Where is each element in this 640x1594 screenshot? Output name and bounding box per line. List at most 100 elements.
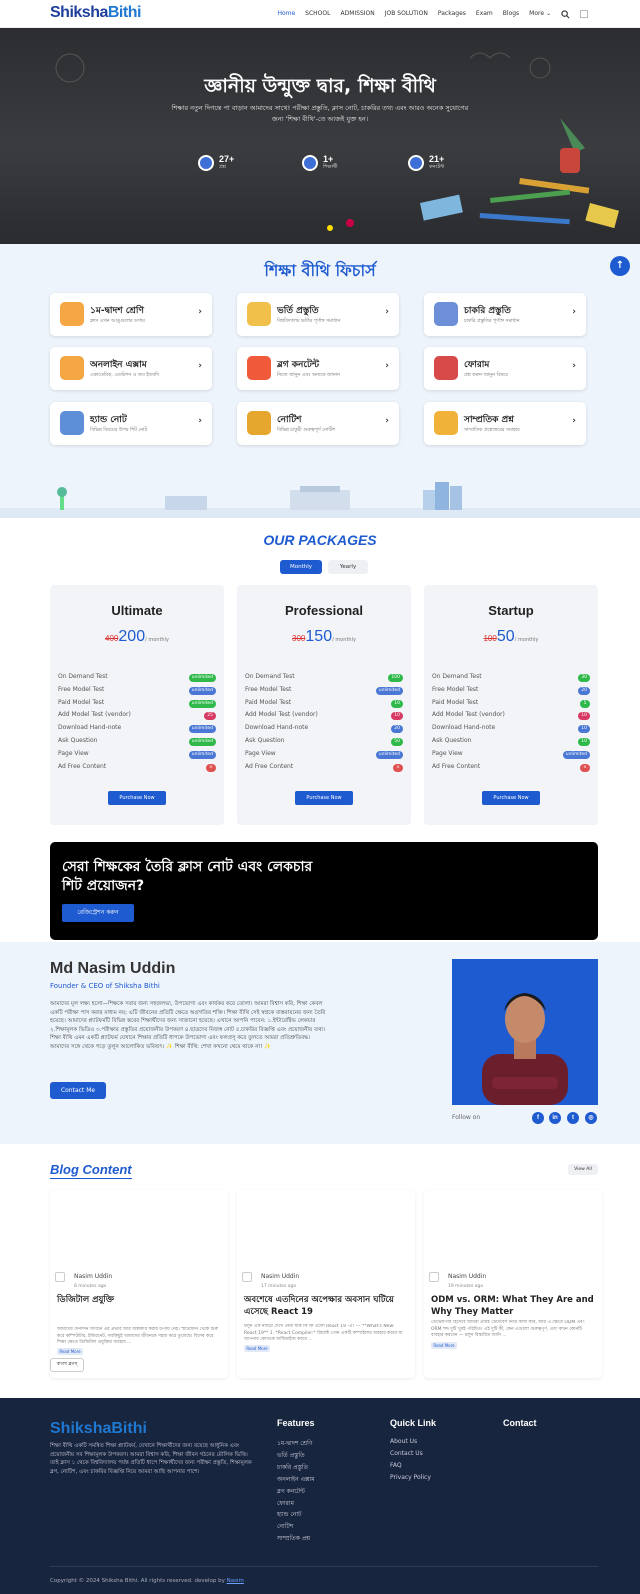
feature-card-4[interactable]: ব্লগ কনটেন্ট নিজে জানুন এবং অন্যকে জানান › [237,347,399,390]
chalkboard-illustration [55,52,619,231]
register-button[interactable]: রেজিস্ট্রেশন করুন [62,904,134,922]
package-feature-row: Paid Model Test 10 [245,699,403,709]
founder-bio: আমাদের মূল লক্ষ্য হলো—শিক্ষকে সবার জন্য … [50,1001,326,1050]
feature-title: ব্লগ কনটেন্ট [277,360,320,370]
avatar[interactable] [580,10,588,18]
footer-feature-link[interactable]: হ্যান্ড নোট [277,1509,301,1520]
founder-name: Md Nasim Uddin [50,960,176,977]
blog-card-1[interactable]: Nasim Uddin 17 minutes ago অবশেষে এতদিনের … [237,1190,415,1378]
post-time: 17 minutes ago [261,1284,297,1289]
feature-card-2[interactable]: চাকরি প্রস্তুতি চাকরি প্রস্তুতির পূর্ণাঙ্… [424,293,586,336]
feature-card-7[interactable]: নোটিশ বিভিন্ন চাকুরী গুরুত্বপূর্ণ নোটিশ › [237,402,399,445]
feature-label: Add Model Test (vendor) [432,711,505,719]
footer-feature-link[interactable]: ফোরাম [277,1498,294,1509]
read-more-button[interactable]: Read More [244,1345,270,1352]
new-price: 150 [305,628,333,645]
author-avatar [242,1272,252,1282]
footer-feature-link[interactable]: অনলাইন এক্সাম [277,1474,315,1485]
chevron-right-icon: › [572,416,576,426]
package-price: 10050/ monthly [424,628,598,646]
post-title[interactable]: ডিজিটাল প্রযুক্তি [57,1294,221,1306]
feature-label: Ad Free Content [432,762,481,770]
chevron-right-icon: › [198,416,202,426]
package-feature-row: Ask Question 10 [432,737,590,747]
view-all-button[interactable]: View All [568,1164,598,1175]
facebook-icon[interactable]: f [532,1112,544,1124]
post-title[interactable]: ODM vs. ORM: What They Are and Why They … [431,1294,595,1318]
chevron-right-icon: › [198,361,202,371]
feature-icon [60,302,84,326]
package-feature-row: Download Hand-note 20 [245,724,403,734]
nav-home[interactable]: Home [277,10,295,21]
footer-feature-link[interactable]: নোটিশ [277,1521,293,1532]
post-title[interactable]: অবশেষে এতদিনের অপেক্ষার অবসান ঘটিয়ে এসে… [244,1294,408,1318]
feature-subtitle: নিজে জানুন এবং অন্যকে জানান [277,373,340,378]
read-more-button[interactable]: Read More [57,1348,83,1355]
scroll-to-top-button[interactable]: ↑ [610,256,630,276]
twitter-icon[interactable]: t [567,1112,579,1124]
feature-label: Add Model Test (vendor) [245,711,318,719]
nav-packages[interactable]: Packages [438,10,466,21]
purchase-now-button[interactable]: Purchase Now [482,791,540,805]
footer-feature-link[interactable]: সাম্প্রতিক প্রশ্ন [277,1533,310,1544]
feature-card-0[interactable]: ১ম-দ্বাদশ শ্রেণি ক্লাস এখন আঙ্গুলের ডগায়… [50,293,212,336]
nav-admission[interactable]: ADMISSION [340,10,374,21]
footer-quick-link[interactable]: Contact Us [390,1450,423,1457]
author-name: Nasim Uddin [261,1273,300,1280]
footer-feature-link[interactable]: ভর্তি প্রস্তুতি [277,1450,305,1461]
feature-title: চাকরি প্রস্তুতি [464,306,511,316]
feature-card-3[interactable]: অনলাইন এক্সাম একাডেমিক, এডমিশন ও জব ইত্যা… [50,347,212,390]
contact-me-button[interactable]: Contact Me [50,1082,106,1099]
arrow-up-icon: ↑ [615,260,625,271]
footer-quick-link[interactable]: FAQ [390,1462,402,1469]
developer-link[interactable]: Nasim [227,1578,244,1584]
footer-feature-link[interactable]: ১ম-দ্বাদশ শ্রেণি [277,1438,312,1449]
package-feature-row: Ask Question 50 [245,737,403,747]
category-tag[interactable]: বাংলা ব্লগস্ [50,1358,84,1372]
footer-logo[interactable]: ShikshaBithi [50,1420,147,1438]
old-price: 400 [105,634,119,643]
read-more-button[interactable]: Read More [431,1342,457,1349]
feature-badge: unlimited [375,750,403,759]
feature-label: Page View [245,749,276,757]
feature-card-8[interactable]: সাম্প্রতিক প্রশ্ন সাম্প্রতিক প্রশ্নোত্তরে… [424,402,586,445]
search-icon[interactable] [561,10,570,21]
feature-card-6[interactable]: হ্যান্ড নোট বিভিন্ন বিষয়ের উপর শিট নোট › [50,402,212,445]
toggle-monthly[interactable]: Monthly [280,560,322,574]
nav-school[interactable]: SCHOOL [305,10,330,21]
feature-card-5[interactable]: ফোরাম প্রশ্ন করুন জানুন বিষয়ে › [424,347,586,390]
nav-job-solution[interactable]: JOB SOLUTION [385,10,428,21]
logo[interactable]: ShikshaBithi [50,4,141,22]
feature-subtitle: বিভিন্ন বিষয়ের উপর শিট নোট [90,428,148,433]
nav-exam[interactable]: Exam [476,10,493,21]
purchase-now-button[interactable]: Purchase Now [295,791,353,805]
packages-title: OUR PACKAGES [263,532,377,548]
old-price: 300 [292,634,306,643]
chevron-right-icon: › [198,307,202,317]
footer-quick-link[interactable]: About Us [390,1438,417,1445]
feature-icon [60,411,84,435]
feature-card-1[interactable]: ভর্তি প্রস্তুতি বিশ্ববিদ্যালয় ভর্তির পূর… [237,293,399,336]
package-price: 300150/ monthly [237,628,411,646]
blog-card-0[interactable]: Nasim Uddin 8 minutes ago ডিজিটাল প্রযুক্ত… [50,1190,228,1378]
purchase-now-button[interactable]: Purchase Now [108,791,166,805]
feature-badge: unlimited [188,686,216,695]
nav-more[interactable]: More ⌄ [529,10,551,21]
linkedin-icon[interactable]: in [549,1112,561,1124]
nav-blogs[interactable]: Blogs [503,10,519,21]
stat-content: 21+ কনটেন্ট [408,154,444,172]
footer-feature-link[interactable]: চাকরি প্রস্তুতি [277,1462,308,1473]
feature-icon [60,356,84,380]
old-price: 100 [483,634,497,643]
footer-quick-link[interactable]: Privacy Policy [390,1474,431,1481]
package-feature-row: Page View unlimited [245,750,403,760]
founder-photo [452,959,598,1105]
feature-label: Add Model Test (vendor) [58,711,131,719]
footer-feature-link[interactable]: ব্লগ কনটেন্ট [277,1486,305,1497]
blog-card-2[interactable]: Nasim Uddin 19 minutes ago ODM vs. ORM: Wh… [424,1190,602,1378]
package-feature-row: Add Model Test (vendor) 10 [432,711,590,721]
price-period: / monthly [514,637,539,643]
toggle-yearly[interactable]: Yearly [328,560,368,574]
instagram-icon[interactable]: ◎ [585,1112,597,1124]
feature-subtitle: চাকরি প্রস্তুতির পূর্ণাঙ্গ সমাধান [464,319,520,324]
